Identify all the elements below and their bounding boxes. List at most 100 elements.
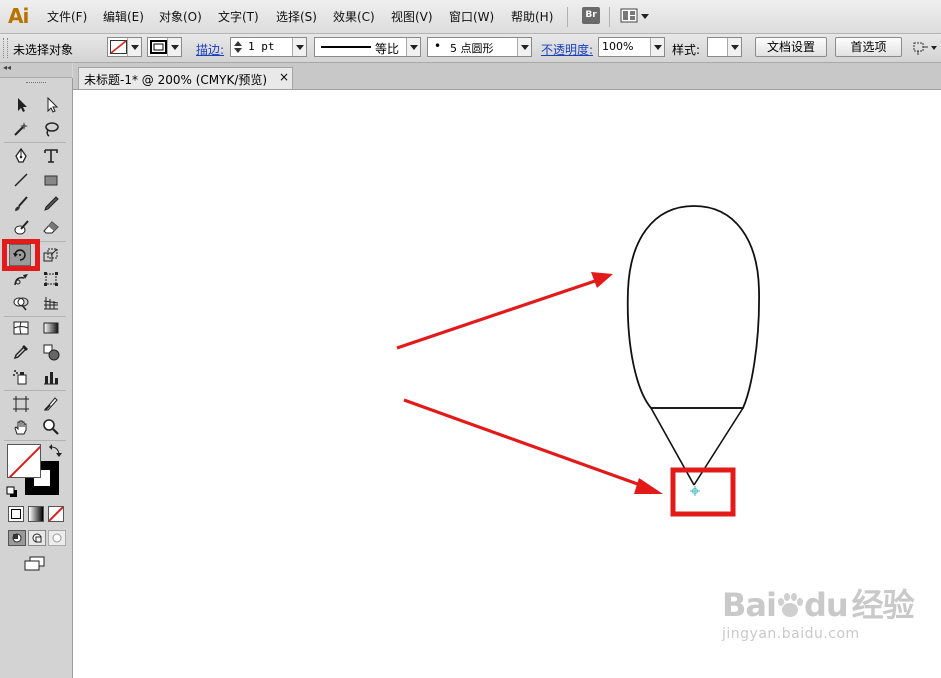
menu-type[interactable]: 文字(T) <box>218 8 259 25</box>
graphic-style-dropdown[interactable] <box>707 37 742 57</box>
blend-tool[interactable] <box>40 341 62 363</box>
menu-select[interactable]: 选择(S) <box>276 8 317 25</box>
draw-inside-button[interactable] <box>48 530 66 546</box>
opacity-field[interactable]: 100% <box>598 37 665 57</box>
symbol-sprayer-tool[interactable] <box>10 366 32 388</box>
menu-object[interactable]: 对象(O) <box>159 8 202 25</box>
preferences-button[interactable]: 首选项 <box>835 37 902 57</box>
fill-none-icon <box>110 40 127 54</box>
menu-effect[interactable]: 效果(C) <box>333 8 375 25</box>
shape-builder-tool[interactable] <box>10 292 32 314</box>
gradient-mode-button[interactable] <box>28 506 44 522</box>
slice-knife-icon <box>43 397 58 411</box>
workspace-switcher-button[interactable] <box>620 8 650 24</box>
stroke-weight-field[interactable]: 1 pt <box>230 37 307 57</box>
column-graph-icon <box>44 372 58 385</box>
collapse-panel-icon[interactable]: ◂◂ <box>3 63 11 72</box>
document-setup-button[interactable]: 文档设置 <box>755 37 827 57</box>
brush-definition-dropdown[interactable]: • 5 点圆形 <box>427 37 532 57</box>
direct-selection-tool[interactable] <box>40 94 62 116</box>
toolbox-divider <box>4 440 66 441</box>
draw-behind-icon <box>32 533 42 543</box>
watermark-url: jingyan.baidu.com <box>722 626 860 642</box>
hand-tool[interactable] <box>10 416 32 438</box>
gradient-tool[interactable] <box>40 317 62 339</box>
column-graph-tool[interactable] <box>40 366 62 388</box>
draw-behind-button[interactable] <box>28 530 46 546</box>
blob-brush-tool[interactable] <box>10 217 32 239</box>
watermark-brand-cn: 经验 <box>851 586 915 624</box>
screen-mode-icon <box>24 556 45 571</box>
color-mode-button[interactable] <box>8 506 24 522</box>
toolbox-header[interactable]: ◂◂ <box>0 63 72 78</box>
menu-file[interactable]: 文件(F) <box>47 8 87 25</box>
line-segment-tool[interactable] <box>10 169 32 191</box>
toolbox-grip[interactable] <box>26 82 46 85</box>
swap-fill-stroke-button[interactable] <box>48 444 62 458</box>
variable-width-profile-dropdown[interactable]: 等比 <box>314 37 421 57</box>
annotation-arrow-upper <box>396 272 613 350</box>
opacity-value: 100% <box>602 40 634 53</box>
selection-tool[interactable] <box>10 94 32 116</box>
watermark-brand-left: Bai <box>722 586 777 624</box>
menu-separator <box>609 7 610 27</box>
rectangle-icon <box>44 175 58 186</box>
menu-separator <box>567 7 568 27</box>
cone-right-line[interactable] <box>693 407 744 486</box>
stroke-weight-stepper-icon[interactable] <box>233 40 243 54</box>
balloon-envelope-path[interactable] <box>626 205 760 409</box>
document-tab[interactable]: 未标题-1* @ 200% (CMYK/预览) × <box>78 67 293 89</box>
change-screen-mode-button[interactable] <box>24 556 46 572</box>
arrange-documents-button[interactable] <box>912 38 939 58</box>
draw-normal-button[interactable] <box>8 530 26 546</box>
stroke-color-dropdown[interactable] <box>147 37 182 57</box>
pen-tool[interactable] <box>10 145 32 167</box>
blob-brush-icon <box>14 220 29 235</box>
menu-view[interactable]: 视图(V) <box>391 8 433 25</box>
pen-nib-icon <box>15 147 27 163</box>
draw-normal-icon <box>12 533 22 543</box>
zoom-tool[interactable] <box>40 416 62 438</box>
toolbox-divider <box>4 390 66 391</box>
scale-tool[interactable] <box>40 244 62 266</box>
brush-label: 5 点圆形 <box>450 42 494 55</box>
fill-color-dropdown[interactable] <box>107 37 142 57</box>
pencil-tool[interactable] <box>40 193 62 215</box>
opacity-label-link[interactable]: 不透明度: <box>541 41 593 58</box>
rotate-tool-highlight <box>2 239 40 271</box>
bridge-button[interactable]: Br <box>582 7 600 24</box>
artboard-icon <box>13 396 29 412</box>
free-transform-tool[interactable] <box>40 268 62 290</box>
artboard-tool[interactable] <box>10 393 32 415</box>
lasso-tool[interactable] <box>40 118 62 140</box>
shape-builder-icon <box>13 297 29 311</box>
paintbrush-tool[interactable] <box>10 193 32 215</box>
warp-tool[interactable] <box>10 268 32 290</box>
eyedropper-tool[interactable] <box>10 341 32 363</box>
perspective-grid-tool[interactable] <box>40 292 62 314</box>
default-fill-stroke-button[interactable] <box>6 486 18 498</box>
menu-help[interactable]: 帮助(H) <box>511 8 553 25</box>
rectangle-tool[interactable] <box>40 169 62 191</box>
control-bar-grip[interactable] <box>3 38 8 58</box>
perspective-grid-icon <box>43 297 59 310</box>
menu-window[interactable]: 窗口(W) <box>449 8 494 25</box>
mesh-tool[interactable] <box>10 317 32 339</box>
type-tool[interactable] <box>40 145 62 167</box>
anchor-point-marker[interactable] <box>690 486 700 496</box>
selection-arrow-icon <box>18 98 27 112</box>
menu-edit[interactable]: 编辑(E) <box>103 8 144 25</box>
fill-swatch-none[interactable] <box>7 444 41 478</box>
symbol-sprayer-icon <box>13 370 27 385</box>
slice-tool[interactable] <box>40 393 62 415</box>
magic-wand-icon <box>14 122 28 136</box>
eraser-tool[interactable] <box>40 217 62 239</box>
close-tab-icon[interactable]: × <box>279 70 289 84</box>
brush-dot-icon: • <box>434 39 442 53</box>
eyedropper-icon <box>13 345 28 360</box>
line-segment-icon <box>14 173 28 187</box>
warp-icon <box>14 274 28 286</box>
none-mode-button[interactable] <box>48 506 64 522</box>
stroke-label-link[interactable]: 描边: <box>196 41 224 58</box>
magic-wand-tool[interactable] <box>10 118 32 140</box>
